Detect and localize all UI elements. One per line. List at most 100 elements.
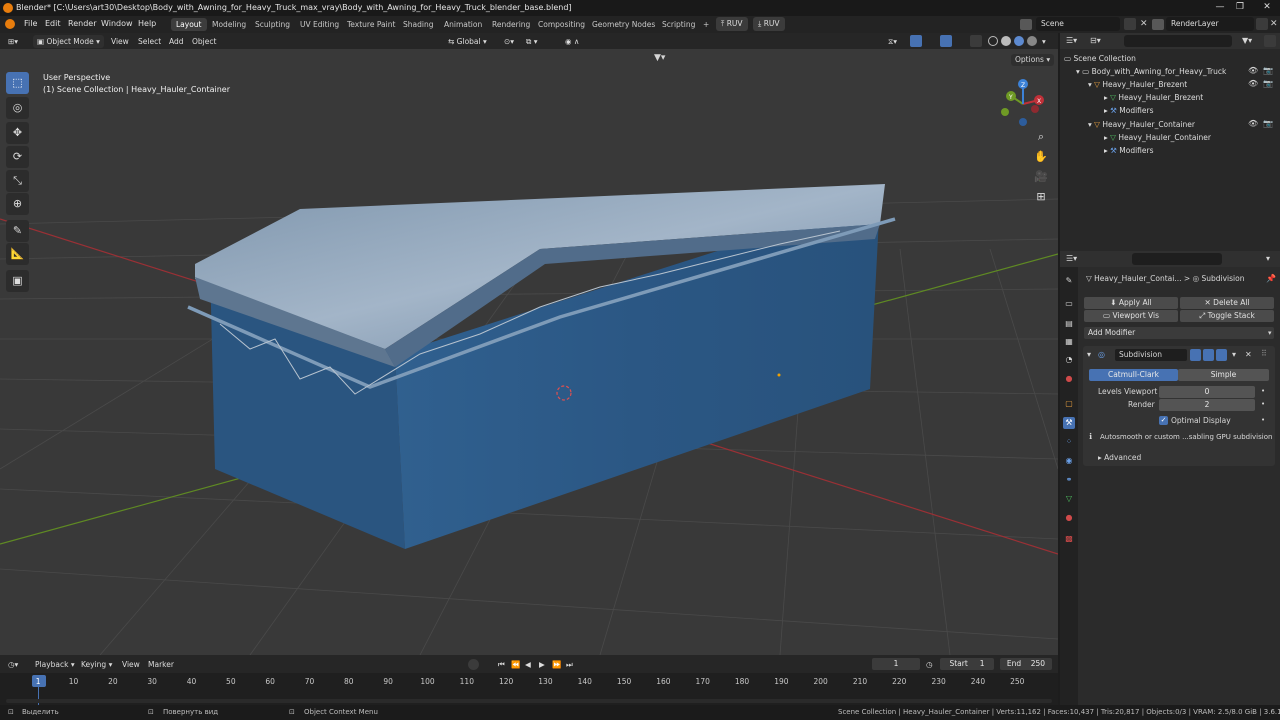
annotate-tool-icon[interactable]: ✎ [6, 220, 29, 242]
tool-tab-icon[interactable]: ✎ [1063, 275, 1075, 287]
material-tab-icon[interactable]: ● [1063, 512, 1075, 524]
keyframe-dot-icon[interactable]: • [1261, 416, 1265, 424]
filter-icon[interactable]: ▼▾ [654, 53, 665, 63]
modifier-name-field[interactable]: Subdivision [1115, 349, 1187, 361]
timeline-editor-icon[interactable]: ◷▾ [8, 658, 18, 671]
tab-modeling[interactable]: Modeling [207, 18, 251, 31]
editor-type-icon[interactable]: ⊞▾ [8, 35, 18, 48]
rotate-tool-icon[interactable]: ⟳ [6, 146, 29, 168]
outliner-scene-collection[interactable]: ▭ Scene Collection [1064, 52, 1136, 65]
snap-icon[interactable]: ⧉ ▾ [526, 35, 538, 48]
view-layer-tab-icon[interactable]: ▦ [1063, 336, 1075, 348]
outliner-modifiers-container[interactable]: ▸ ⚒ Modifiers [1104, 144, 1154, 157]
menu-window[interactable]: Window [101, 19, 133, 28]
shading-solid-icon[interactable] [1001, 36, 1011, 46]
timeline-scrollbar[interactable] [6, 699, 1052, 703]
visibility-icon[interactable]: ⧖▾ [888, 35, 897, 48]
navigation-gizmo[interactable]: X Y Z [995, 76, 1055, 136]
menu-keying[interactable]: Keying ▾ [81, 658, 112, 671]
modifier-tab-icon[interactable]: ⚒ [1063, 417, 1075, 429]
render-camera-icon[interactable]: 📷 [1263, 66, 1273, 75]
shading-options-icon[interactable]: ▾ [1042, 35, 1046, 48]
pivot-icon[interactable]: ⊙▾ [504, 35, 514, 48]
visibility-eye-icon[interactable]: 👁 [1248, 66, 1258, 75]
outliner-collection-body[interactable]: ▾ ▭ Body_with_Awning_for_Heavy_Truck [1076, 65, 1226, 78]
render-tab-icon[interactable]: ▭ [1063, 298, 1075, 310]
properties-options-icon[interactable]: ▾ [1266, 254, 1270, 263]
modifier-menu-icon[interactable]: ▾ [1232, 350, 1236, 359]
render-levels-field[interactable]: 2 [1159, 399, 1255, 411]
menu-help[interactable]: Help [138, 19, 156, 28]
levels-viewport-field[interactable]: 0 [1159, 386, 1255, 398]
outliner-mesh-brezent[interactable]: ▸ ▽ Heavy_Hauler_Brezent [1104, 91, 1203, 104]
transform-tool-icon[interactable]: ⊕ [6, 193, 29, 215]
gizmo-toggle-icon[interactable] [910, 35, 922, 47]
physics-tab-icon[interactable]: ◉ [1063, 455, 1075, 467]
collapse-chevron-icon[interactable]: ▾ [1087, 350, 1091, 359]
menu-timeline-view[interactable]: View [122, 658, 140, 671]
outliner-mesh-container[interactable]: ▸ ▽ Heavy_Hauler_Container [1104, 131, 1211, 144]
menu-add[interactable]: Add [169, 35, 184, 48]
scene-selector[interactable]: Scene [1036, 17, 1120, 31]
transform-orientation[interactable]: ⇆ Global ▾ [448, 35, 487, 48]
render-camera-icon[interactable]: 📷 [1263, 79, 1273, 88]
tab-texture-paint[interactable]: Texture Paint [342, 18, 400, 31]
jump-start-icon[interactable]: ⏮ [498, 658, 505, 671]
preview-range-icon[interactable]: ◷ [926, 658, 933, 671]
render-layer-selector[interactable]: RenderLayer [1166, 17, 1254, 31]
scene-tab-icon[interactable]: ◔ [1063, 354, 1075, 366]
keyframe-dot-icon[interactable]: • [1261, 400, 1265, 408]
keyframe-dot-icon[interactable]: • [1261, 387, 1265, 395]
add-modifier-button[interactable]: Add Modifier [1084, 327, 1274, 339]
tab-geometry-nodes[interactable]: Geometry Nodes [587, 18, 660, 31]
tab-compositing[interactable]: Compositing [533, 18, 590, 31]
tab-shading[interactable]: Shading [398, 18, 438, 31]
pan-hand-icon[interactable]: ✋ [1031, 147, 1051, 167]
move-tool-icon[interactable]: ✥ [6, 122, 29, 144]
mode-selector[interactable]: ▣ Object Mode ▾ [33, 35, 104, 48]
object-tab-icon[interactable]: ▢ [1063, 398, 1075, 410]
particles-tab-icon[interactable]: ⁘ [1063, 436, 1075, 448]
ruv-button-1[interactable]: ⤒ RUV [716, 17, 748, 31]
new-scene-icon[interactable] [1124, 18, 1136, 30]
properties-editor-icon[interactable]: ☰▾ [1066, 254, 1077, 263]
select-box-tool-icon[interactable]: ⬚ [6, 72, 29, 94]
tab-uv-editing[interactable]: UV Editing [295, 18, 344, 31]
ortho-grid-icon[interactable]: ⊞ [1031, 187, 1051, 207]
record-icon[interactable] [468, 659, 479, 670]
optimal-display-checkbox[interactable]: ✓ [1159, 416, 1168, 425]
close-button[interactable]: ✕ [1247, 0, 1280, 16]
remove-modifier-icon[interactable]: ✕ [1245, 350, 1252, 359]
shading-rendered-icon[interactable] [1027, 36, 1037, 46]
tab-scripting[interactable]: Scripting [657, 18, 700, 31]
outliner-search-input[interactable] [1124, 35, 1232, 47]
jump-key-back-icon[interactable]: ⏪ [511, 658, 520, 671]
3d-viewport[interactable]: User Perspective (1) Scene Collection | … [0, 49, 1058, 655]
catmull-clark-button[interactable]: Catmull-Clark [1089, 369, 1178, 381]
constraints-tab-icon[interactable]: ⚭ [1063, 474, 1075, 486]
outliner-object-container[interactable]: ▾ ▽ Heavy_Hauler_Container [1088, 118, 1195, 131]
play-reverse-icon[interactable]: ◀ [525, 658, 531, 671]
texture-tab-icon[interactable]: ▩ [1063, 533, 1075, 545]
overlay-toggle-icon[interactable] [940, 35, 952, 47]
menu-view[interactable]: View [111, 35, 129, 48]
properties-search-input[interactable] [1132, 253, 1222, 265]
visibility-eye-icon[interactable]: 👁 [1248, 79, 1258, 88]
delete-view-layer-icon[interactable]: ✕ [1270, 19, 1278, 29]
delete-scene-icon[interactable]: ✕ [1140, 19, 1148, 29]
end-frame-field[interactable]: End 250 [1000, 658, 1052, 670]
cursor-tool-icon[interactable]: ◎ [6, 97, 29, 119]
pin-icon[interactable]: 📌 [1266, 274, 1276, 283]
outliner-object-brezent[interactable]: ▾ ▽ Heavy_Hauler_Brezent [1088, 78, 1187, 91]
apply-all-button[interactable]: ⬇ Apply All [1084, 297, 1178, 309]
outliner-filter-icon[interactable]: ▼▾ [1242, 36, 1252, 45]
jump-key-forward-icon[interactable]: ⏩ [552, 658, 561, 671]
menu-select[interactable]: Select [138, 35, 161, 48]
outliner-modifiers-brezent[interactable]: ▸ ⚒ Modifiers [1104, 104, 1154, 117]
tab-sculpting[interactable]: Sculpting [250, 18, 295, 31]
viewport-vis-button[interactable]: ▭ Viewport Vis [1084, 310, 1178, 322]
render-camera-icon[interactable]: 📷 [1263, 119, 1273, 128]
shading-wireframe-icon[interactable] [988, 36, 998, 46]
measure-tool-icon[interactable]: 📐 [6, 243, 29, 265]
tab-animation[interactable]: Animation [439, 18, 487, 31]
